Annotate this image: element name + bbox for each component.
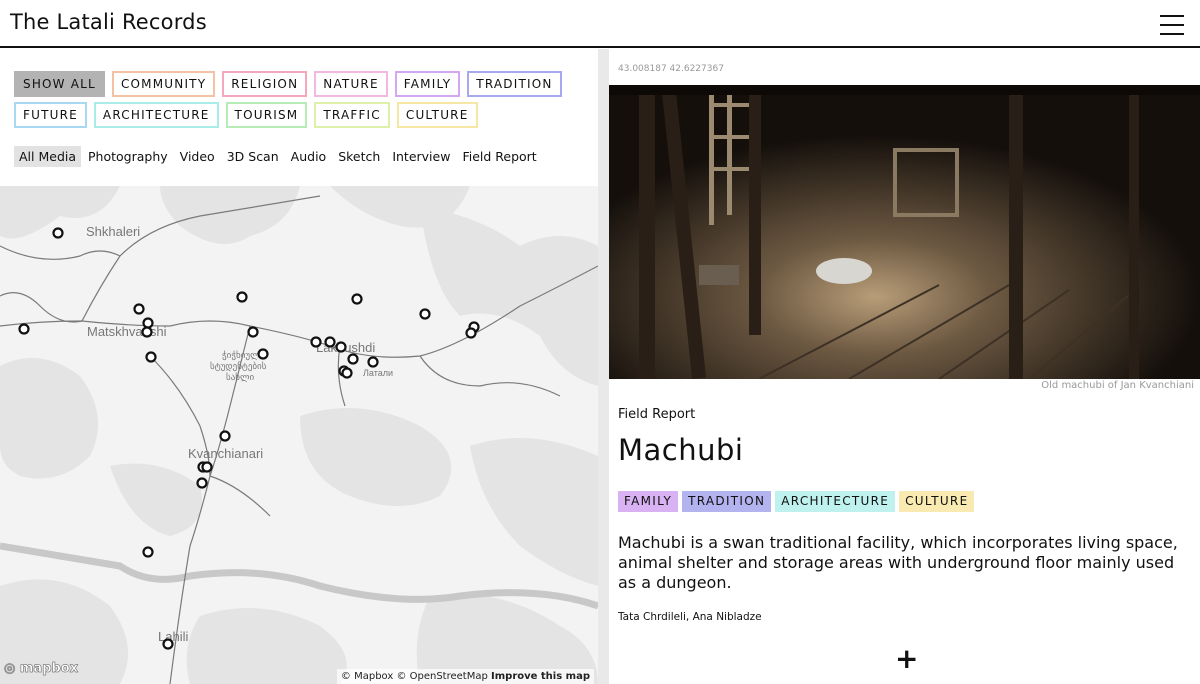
map-marker[interactable]	[142, 546, 154, 558]
map-attribution-text[interactable]: © Mapbox © OpenStreetMap	[341, 671, 488, 682]
mapbox-logo-text: mapbox	[19, 661, 79, 677]
filter-family[interactable]: FAMILY	[394, 71, 461, 97]
map-label-matskhvarishi: Matskhvarishi	[87, 324, 167, 339]
media-filters: All Media Photography Video 3D Scan Audi…	[14, 146, 542, 167]
filter-tradition[interactable]: TRADITION	[467, 71, 562, 97]
left-panel: SHOW ALL COMMUNITY RELIGION NATURE FAMIL…	[0, 49, 598, 684]
media-video[interactable]: Video	[175, 146, 220, 167]
filter-nature[interactable]: NATURE	[314, 71, 388, 97]
map-label-local-4: Латали	[363, 368, 393, 378]
map-marker[interactable]	[419, 308, 431, 320]
filter-tourism[interactable]: TOURISM	[225, 102, 308, 128]
media-3d-scan[interactable]: 3D Scan	[222, 146, 284, 167]
topic-filter-row-2: FUTURE ARCHITECTURE TOURISM TRAFFIC CULT…	[14, 102, 574, 128]
entry-photo-image	[609, 85, 1200, 379]
entry-photo[interactable]	[609, 85, 1200, 379]
map[interactable]: Shkhaleri Matskhvarishi Lakhushdi Kvanch…	[0, 186, 598, 684]
map-marker[interactable]	[219, 430, 231, 442]
media-interview[interactable]: Interview	[387, 146, 455, 167]
map-marker[interactable]	[310, 336, 322, 348]
entry-tag-architecture[interactable]: ARCHITECTURE	[775, 491, 896, 512]
map-marker[interactable]	[341, 367, 353, 379]
media-field-report[interactable]: Field Report	[457, 146, 541, 167]
map-marker[interactable]	[133, 303, 145, 315]
media-audio[interactable]: Audio	[286, 146, 332, 167]
map-label-lahili: Lahili	[158, 629, 188, 644]
entry-coordinates: 43.008187 42.6227367	[618, 64, 724, 74]
entry-description: Machubi is a swan traditional facility, …	[618, 533, 1178, 592]
map-marker[interactable]	[141, 326, 153, 338]
map-marker[interactable]	[367, 356, 379, 368]
filter-community[interactable]: COMMUNITY	[111, 71, 216, 97]
map-marker[interactable]	[52, 227, 64, 239]
entry-tag-family[interactable]: FAMILY	[618, 491, 679, 512]
media-all[interactable]: All Media	[14, 146, 82, 167]
entry-title: Machubi	[618, 433, 744, 467]
map-marker[interactable]	[324, 336, 336, 348]
map-marker[interactable]	[201, 461, 213, 473]
panel-divider[interactable]	[598, 49, 609, 684]
map-label-local-2: სტუდენტების	[210, 361, 267, 372]
entry-panel: 43.008187 42.6227367 Old machubi of Jan …	[609, 49, 1200, 684]
entry-media-type: Field Report	[618, 407, 696, 422]
map-marker[interactable]	[142, 317, 154, 329]
map-marker[interactable]	[236, 291, 248, 303]
expand-plus-icon[interactable]: +	[895, 645, 918, 673]
map-marker[interactable]	[18, 323, 30, 335]
map-marker[interactable]	[335, 341, 347, 353]
topic-filters: SHOW ALL COMMUNITY RELIGION NATURE FAMIL…	[14, 71, 574, 133]
map-label-shkhaleri: Shkhaleri	[86, 224, 140, 239]
filter-religion[interactable]: RELIGION	[222, 71, 308, 97]
entry-tag-culture[interactable]: CULTURE	[899, 491, 975, 512]
media-sketch[interactable]: Sketch	[333, 146, 385, 167]
map-label-kvanchianari: Kvanchianari	[188, 446, 263, 461]
improve-map-link[interactable]: Improve this map	[491, 671, 590, 682]
map-marker[interactable]	[351, 293, 363, 305]
filter-culture[interactable]: CULTURE	[396, 102, 478, 128]
map-marker[interactable]	[247, 326, 259, 338]
site-header: The Latali Records	[0, 0, 1200, 48]
filter-architecture[interactable]: ARCHITECTURE	[93, 102, 219, 128]
map-marker[interactable]	[162, 638, 174, 650]
site-title[interactable]: The Latali Records	[10, 10, 207, 34]
map-marker[interactable]	[196, 477, 208, 489]
map-marker[interactable]	[257, 348, 269, 360]
media-photography[interactable]: Photography	[83, 146, 173, 167]
entry-tags: FAMILY TRADITION ARCHITECTURE CULTURE	[618, 491, 975, 512]
photo-caption: Old machubi of Jan Kvanchiani	[1041, 380, 1194, 391]
topic-filter-row-1: SHOW ALL COMMUNITY RELIGION NATURE FAMIL…	[14, 71, 574, 97]
mapbox-logo[interactable]: ◎ mapbox	[4, 661, 79, 677]
map-marker[interactable]	[465, 327, 477, 339]
entry-authors: Tata Chrdileli, Ana Nibladze	[618, 611, 762, 623]
map-attribution: © Mapbox © OpenStreetMap Improve this ma…	[336, 669, 594, 684]
map-marker[interactable]	[145, 351, 157, 363]
map-terrain	[0, 186, 598, 684]
entry-tag-tradition[interactable]: TRADITION	[682, 491, 772, 512]
map-canvas[interactable]: Shkhaleri Matskhvarishi Lakhushdi Kvanch…	[0, 186, 598, 684]
hamburger-menu-icon[interactable]	[1160, 15, 1184, 35]
filter-show-all[interactable]: SHOW ALL	[14, 71, 105, 97]
map-marker[interactable]	[347, 353, 359, 365]
map-label-local-3: სახლი	[226, 372, 255, 383]
filter-traffic[interactable]: TRAFFIC	[314, 102, 390, 128]
filter-future[interactable]: FUTURE	[14, 102, 87, 128]
